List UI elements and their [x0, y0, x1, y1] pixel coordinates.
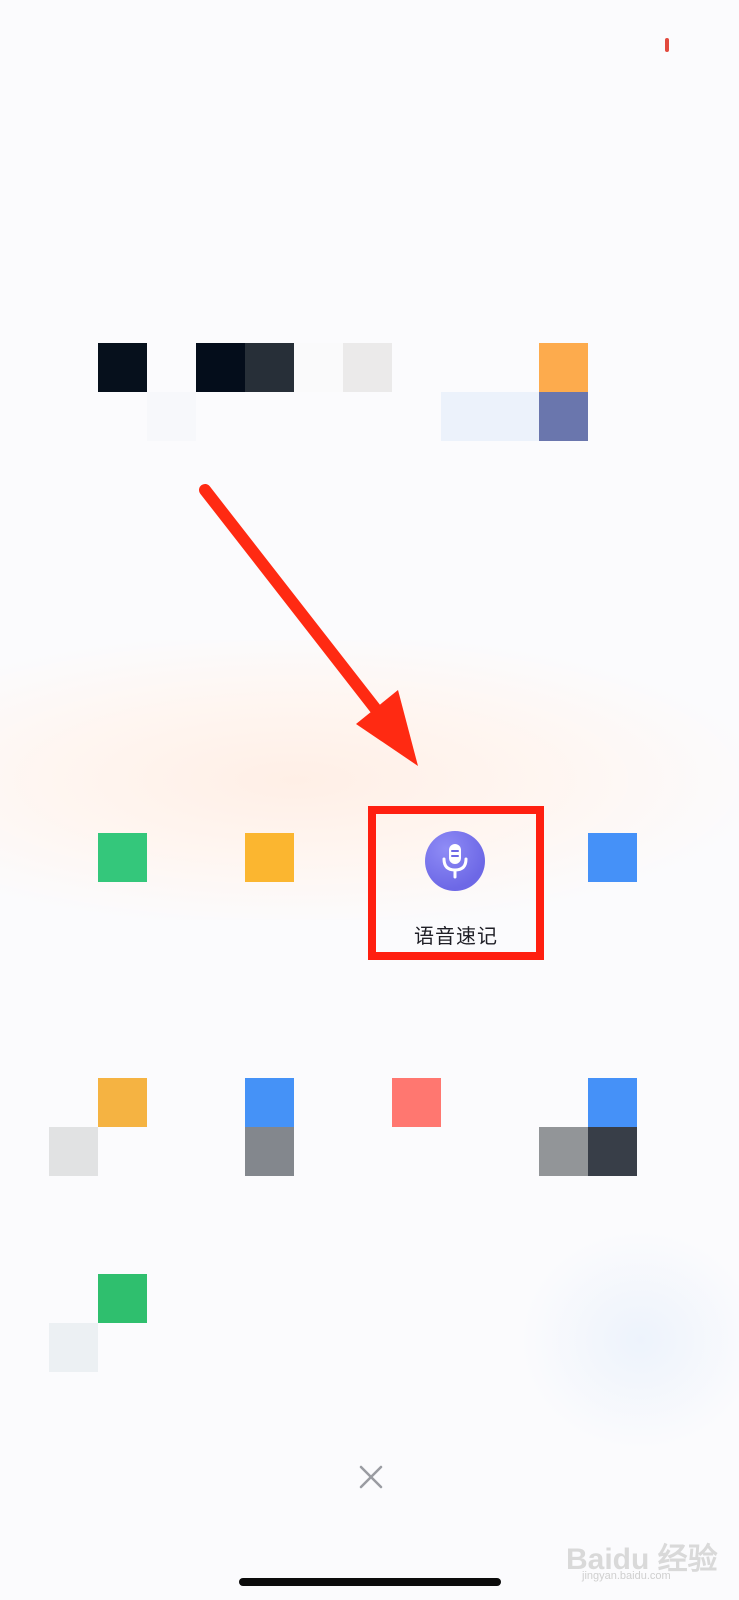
annotation-arrow: [199, 484, 418, 766]
microphone-icon: [442, 844, 468, 879]
voice-note-label[interactable]: 语音速记: [368, 920, 544, 949]
voice-note-button[interactable]: [425, 831, 485, 891]
close-button[interactable]: [356, 1462, 386, 1492]
home-indicator[interactable]: [239, 1578, 501, 1586]
close-icon: [359, 1465, 383, 1489]
watermark-url: jingyan.baidu.com: [582, 1570, 671, 1582]
